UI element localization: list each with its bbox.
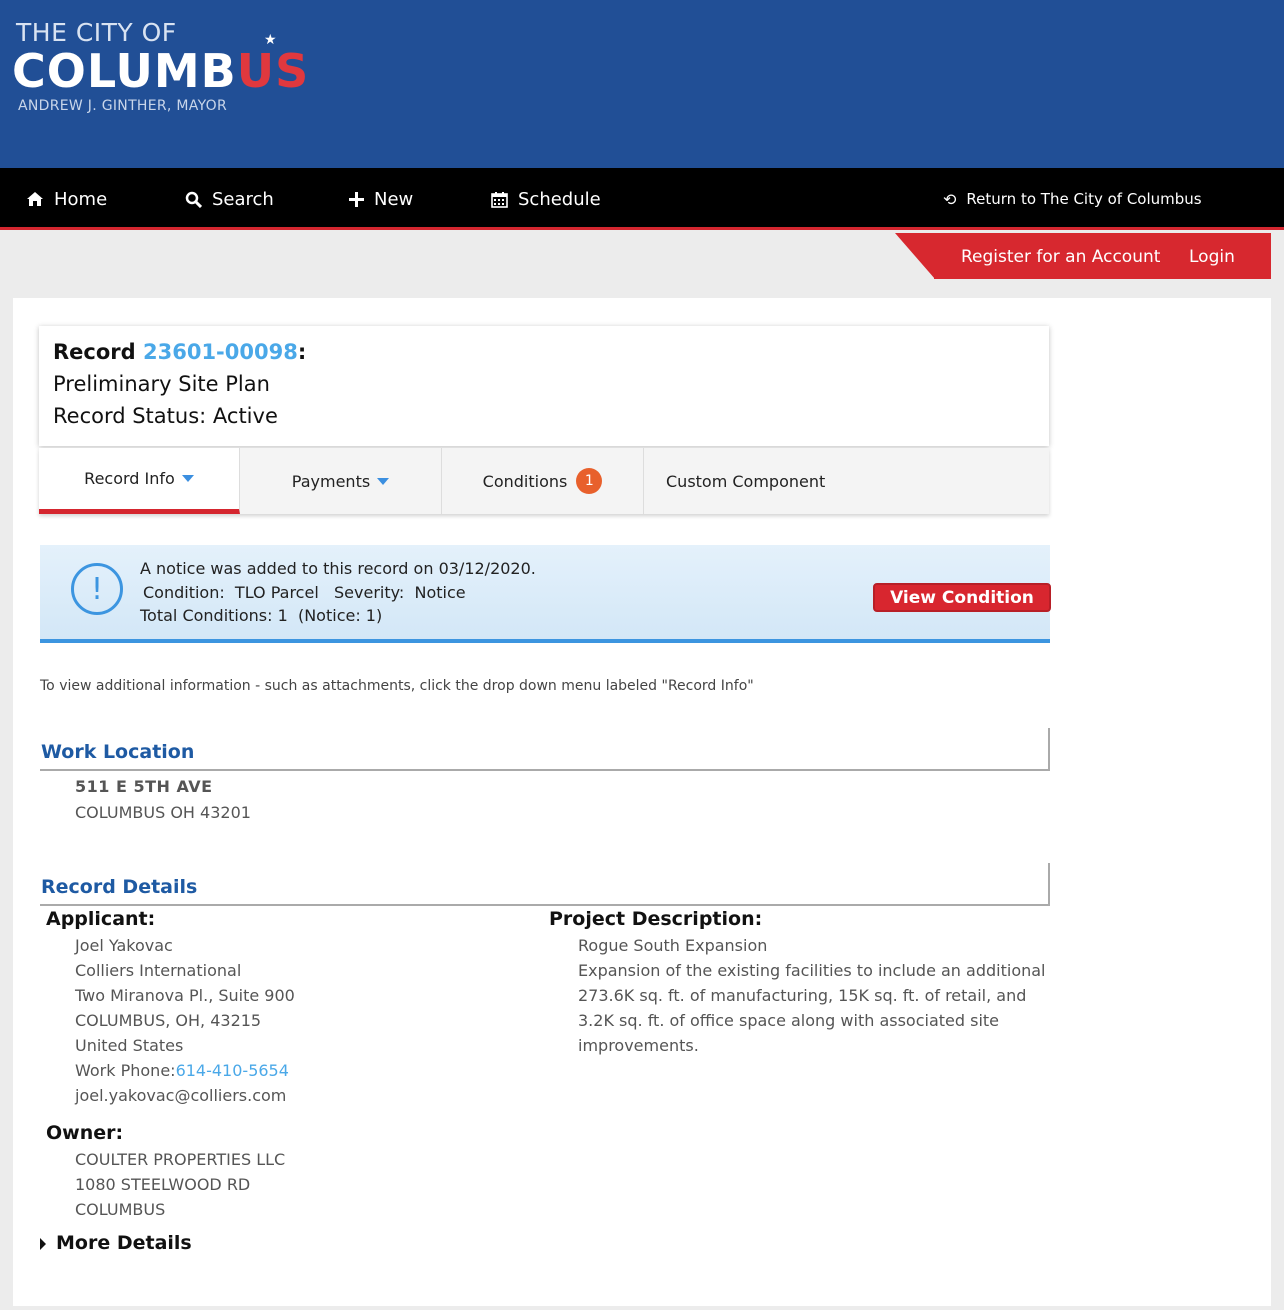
tab-custom-component[interactable]: Custom Component (644, 448, 1049, 514)
main-content: Record 23601-00098: Preliminary Site Pla… (13, 298, 1271, 1306)
tab-payments-label: Payments (291, 471, 371, 491)
record-type: Preliminary Site Plan (53, 372, 270, 396)
record-header: Record 23601-00098: Preliminary Site Pla… (39, 326, 1049, 446)
record-details-header: Record Details (40, 863, 1050, 906)
nav-home[interactable]: Home (26, 168, 107, 230)
more-details-label: More Details (56, 1232, 192, 1254)
account-flag (895, 233, 935, 279)
applicant-email: joel.yakovac@colliers.com (75, 1086, 287, 1105)
city-logo[interactable]: THE CITY OF COLUMBUS ★ ANDREW J. GINTHER… (10, 18, 328, 118)
applicant-name: Joel Yakovac (75, 936, 173, 955)
nav-schedule-label: Schedule (518, 188, 601, 210)
record-status: Record Status: Active (53, 404, 278, 428)
applicant-company: Colliers International (75, 961, 242, 980)
applicant-label: Applicant: (46, 908, 156, 930)
logo-line1: THE CITY OF (16, 18, 177, 47)
calendar-icon (491, 191, 508, 208)
caret-down-icon (181, 475, 194, 482)
applicant-street: Two Miranova Pl., Suite 900 (75, 986, 295, 1005)
record-prefix: Record (53, 340, 136, 364)
exclamation-icon: ! (71, 563, 123, 615)
project-desc-line1: Expansion of the existing facilities to … (578, 961, 1046, 980)
caret-down-icon (377, 477, 390, 485)
plus-icon (349, 191, 364, 207)
owner-name: COULTER PROPERTIES LLC (75, 1150, 286, 1169)
more-details-toggle[interactable]: More Details (40, 1232, 192, 1254)
work-location-title: Work Location (41, 741, 195, 763)
owner-city: COLUMBUS (75, 1200, 166, 1219)
main-nav: Home Search New Schedule ⟲ Return to The… (0, 168, 1284, 230)
record-suffix: : (297, 340, 307, 364)
info-hint: To view additional information - such as… (40, 678, 754, 694)
project-desc-line3: 3.2K sq. ft. of office space along with … (578, 1011, 1000, 1030)
logo-accent: US (236, 44, 310, 98)
login-link[interactable]: Login (1189, 247, 1235, 267)
nav-search-label: Search (212, 188, 274, 210)
tab-custom-label: Custom Component (666, 471, 826, 491)
caret-right-icon (40, 1237, 46, 1250)
applicant-phone: Work Phone:614-410-5654 (75, 1061, 289, 1080)
record-title: Record 23601-00098: (53, 340, 306, 364)
logo-line2: COLUMBUS (12, 44, 309, 98)
project-desc-line2: 273.6K sq. ft. of manufacturing, 15K sq.… (578, 986, 1027, 1005)
record-number[interactable]: 23601-00098 (143, 340, 298, 364)
account-bar: Register for an Account Login (934, 233, 1271, 279)
tab-record-info[interactable]: Record Info (39, 448, 240, 514)
phone-link[interactable]: 614-410-5654 (176, 1061, 289, 1080)
undo-icon: ⟲ (943, 189, 957, 209)
record-tabs: Record Info Payments Conditions 1 Custom … (39, 448, 1049, 514)
register-link[interactable]: Register for an Account (961, 247, 1160, 267)
project-name: Rogue South Expansion (578, 936, 768, 955)
star-icon: ★ (264, 32, 277, 48)
owner-label: Owner: (46, 1122, 124, 1144)
phone-label: Work Phone: (75, 1061, 176, 1080)
condition-notice: ! A notice was added to this record on 0… (40, 545, 1051, 643)
home-icon (26, 191, 44, 207)
conditions-count-badge: 1 (576, 468, 603, 494)
nav-return[interactable]: ⟲ Return to The City of Columbus (943, 168, 1202, 230)
nav-schedule[interactable]: Schedule (491, 168, 601, 230)
nav-home-label: Home (54, 188, 108, 210)
site-header: THE CITY OF COLUMBUS ★ ANDREW J. GINTHER… (0, 0, 1284, 168)
tab-conditions-label: Conditions (482, 471, 568, 491)
nav-search[interactable]: Search (185, 168, 274, 230)
project-description-label: Project Description: (549, 908, 763, 930)
project-desc-line4: improvements. (578, 1036, 699, 1055)
logo-main: COLUMB (12, 44, 237, 98)
applicant-country: United States (75, 1036, 184, 1055)
work-address-line1: 511 E 5TH AVE (75, 777, 213, 796)
owner-street: 1080 STEELWOOD RD (75, 1175, 251, 1194)
work-location-header: Work Location (40, 728, 1050, 771)
nav-new[interactable]: New (349, 168, 413, 230)
work-address-line2: COLUMBUS OH 43201 (75, 803, 251, 822)
view-condition-button[interactable]: View Condition (873, 583, 1051, 612)
tab-payments[interactable]: Payments (240, 448, 442, 514)
logo-mayor: ANDREW J. GINTHER, MAYOR (18, 98, 228, 114)
tab-conditions[interactable]: Conditions 1 (442, 448, 644, 514)
nav-return-label: Return to The City of Columbus (966, 190, 1202, 208)
record-details-title: Record Details (41, 876, 198, 898)
search-icon (185, 191, 202, 208)
tab-record-info-label: Record Info (84, 469, 175, 488)
notice-line3: Total Conditions: 1 (Notice: 1) (140, 606, 383, 625)
notice-line2: Condition: TLO Parcel Severity: Notice (143, 583, 466, 602)
nav-new-label: New (374, 188, 414, 210)
applicant-city: COLUMBUS, OH, 43215 (75, 1011, 262, 1030)
notice-line1: A notice was added to this record on 03/… (140, 559, 536, 578)
